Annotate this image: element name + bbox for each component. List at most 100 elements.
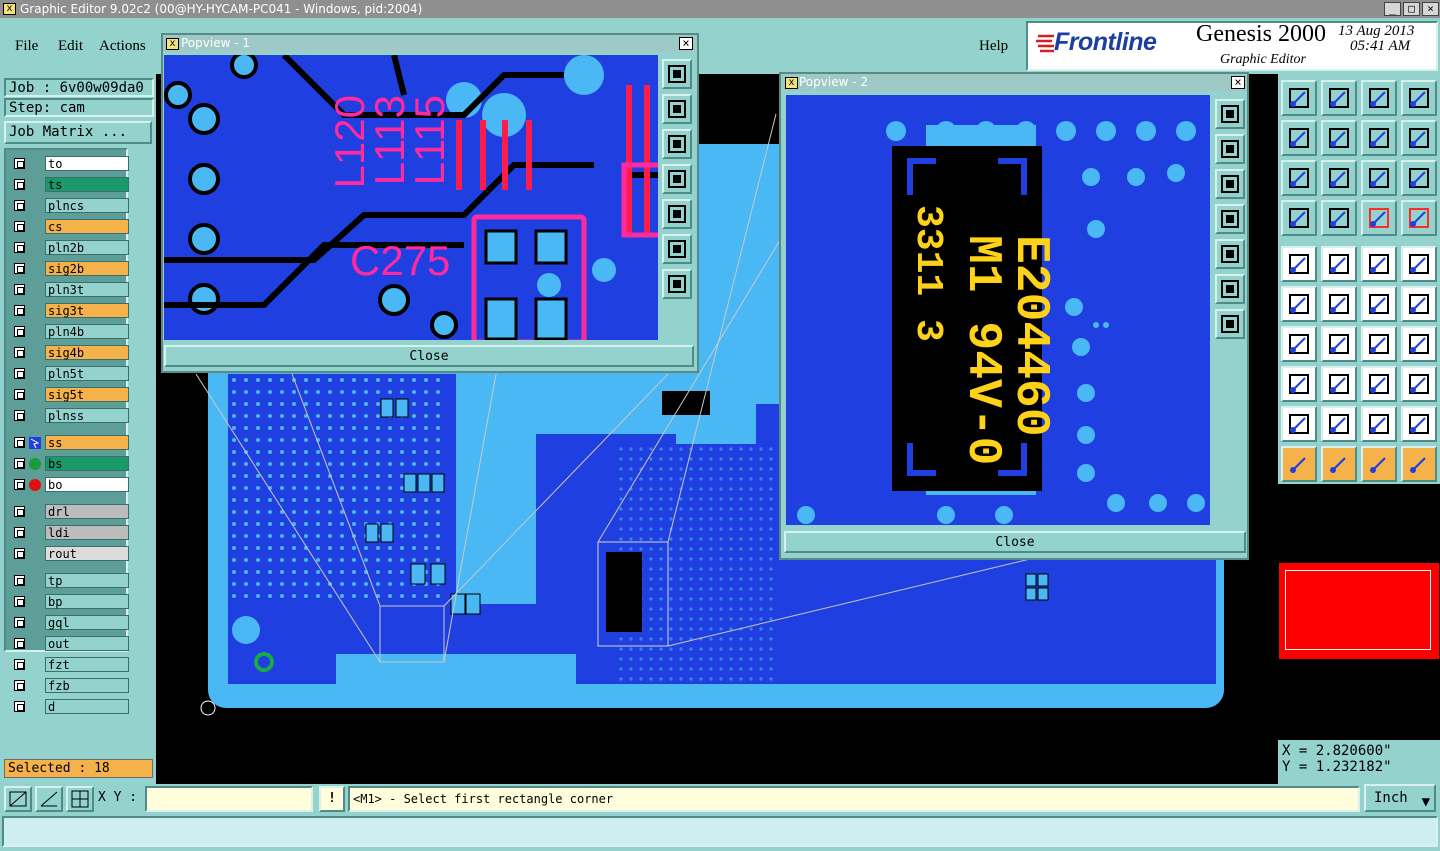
- layer-checkbox[interactable]: [14, 284, 25, 295]
- layer-status-icon[interactable]: [29, 575, 41, 587]
- menu-actions[interactable]: Actions: [99, 38, 146, 55]
- menu-help[interactable]: Help: [979, 38, 1008, 55]
- select-arrow-icon[interactable]: [1321, 446, 1357, 482]
- popview-tool-5-icon[interactable]: [1215, 239, 1245, 269]
- layer-row-pln3t[interactable]: pln3t: [11, 282, 133, 299]
- layer-checkbox[interactable]: [14, 305, 25, 316]
- popview-tool-7-icon[interactable]: [662, 269, 692, 299]
- layer-row-d[interactable]: d: [11, 699, 133, 716]
- popview-tool-5-icon[interactable]: [662, 199, 692, 229]
- layer-checkbox[interactable]: [14, 437, 25, 448]
- route-pads-icon[interactable]: [1401, 286, 1437, 322]
- layer-checkbox[interactable]: [14, 527, 25, 538]
- add-pad-icon[interactable]: [1281, 246, 1317, 282]
- grid-icon[interactable]: [1321, 200, 1357, 236]
- help-icon[interactable]: [1401, 160, 1437, 196]
- popview-tool-1-icon[interactable]: [1215, 99, 1245, 129]
- layer-row-pln2b[interactable]: pln2b: [11, 240, 133, 257]
- layer-checkbox[interactable]: [14, 158, 25, 169]
- popview-2-close-icon[interactable]: ×: [1231, 76, 1245, 89]
- layer-row-sig3t[interactable]: sig3t: [11, 303, 133, 320]
- grid-icon[interactable]: [66, 786, 94, 812]
- window-close-button[interactable]: ×: [1422, 2, 1439, 16]
- layer-status-icon[interactable]: [29, 389, 41, 401]
- popview-tool-2-icon[interactable]: [1215, 134, 1245, 164]
- drc-d-icon[interactable]: [1401, 406, 1437, 442]
- zoom-fit-icon[interactable]: [1401, 80, 1437, 116]
- layer-status-icon[interactable]: [29, 659, 41, 671]
- menu-edit[interactable]: Edit: [58, 38, 83, 55]
- layer-row-drl[interactable]: drl: [11, 504, 133, 521]
- layer-row-tp[interactable]: tp: [11, 573, 133, 590]
- layer-checkbox[interactable]: [14, 638, 25, 649]
- layer-status-icon[interactable]: [29, 368, 41, 380]
- layer-checkbox[interactable]: [14, 179, 25, 190]
- command-line[interactable]: [2, 816, 1438, 847]
- layer-row-ts[interactable]: ts: [11, 177, 133, 194]
- layer-status-icon[interactable]: [29, 527, 41, 539]
- layer-status-icon[interactable]: [29, 326, 41, 338]
- layer-row-plncs[interactable]: plncs: [11, 198, 133, 215]
- layer-status-icon[interactable]: [29, 242, 41, 254]
- pan-center-icon[interactable]: [1321, 160, 1357, 196]
- select-single-icon[interactable]: [1361, 446, 1397, 482]
- popview-tool-6-icon[interactable]: [1215, 274, 1245, 304]
- popview-tool-7-icon[interactable]: [1215, 309, 1245, 339]
- layer-status-icon[interactable]: [29, 638, 41, 650]
- maximize-button[interactable]: □: [1403, 2, 1420, 16]
- popview-tool-6-icon[interactable]: [662, 234, 692, 264]
- layer-row-fzt[interactable]: fzt: [11, 657, 133, 674]
- pointer-icon[interactable]: [1281, 446, 1317, 482]
- layer-checkbox[interactable]: [14, 242, 25, 253]
- layer-checkbox[interactable]: [14, 347, 25, 358]
- layer-checkbox[interactable]: [14, 596, 25, 607]
- measure-icon[interactable]: [1281, 200, 1317, 236]
- layer-row-out[interactable]: out: [11, 636, 133, 653]
- group-icon[interactable]: [1401, 366, 1437, 402]
- popview-1-close-button[interactable]: Close: [164, 345, 694, 367]
- layer-row-plnss[interactable]: plnss: [11, 408, 133, 425]
- add-circle-icon[interactable]: [1401, 246, 1437, 282]
- zoom-in-icon[interactable]: [1321, 80, 1357, 116]
- layer-status-icon[interactable]: [29, 263, 41, 275]
- connect-icon[interactable]: [1361, 286, 1397, 322]
- popview-tool-2-icon[interactable]: [662, 94, 692, 124]
- layer-status-icon[interactable]: [29, 437, 41, 449]
- popview-tool-3-icon[interactable]: [1215, 169, 1245, 199]
- popview-1-viewport[interactable]: L120 L113 L115 C275: [164, 55, 658, 340]
- layer-checkbox[interactable]: [14, 326, 25, 337]
- popview-tool-3-icon[interactable]: [662, 129, 692, 159]
- zoom-home-icon[interactable]: [1281, 80, 1317, 116]
- layer-status-icon[interactable]: [29, 179, 41, 191]
- layer-status-icon[interactable]: [29, 479, 41, 491]
- layer-row-cs[interactable]: cs: [11, 219, 133, 236]
- zoom-area-icon[interactable]: [1281, 160, 1317, 196]
- popview-tool-1-icon[interactable]: [662, 59, 692, 89]
- add-line-icon[interactable]: [1321, 246, 1357, 282]
- route-net-icon[interactable]: [1281, 286, 1317, 322]
- drc-a-icon[interactable]: [1281, 406, 1317, 442]
- layer-status-icon[interactable]: [29, 200, 41, 212]
- layer-status-icon[interactable]: [29, 158, 41, 170]
- units-select[interactable]: Inch ▼: [1364, 784, 1436, 812]
- layer-status-icon[interactable]: [29, 305, 41, 317]
- zoom-out-icon[interactable]: [1361, 80, 1397, 116]
- layer-checkbox[interactable]: [14, 548, 25, 559]
- layer-row-bs[interactable]: bs: [11, 456, 133, 473]
- net-area-icon[interactable]: [1361, 366, 1397, 402]
- drc-b-icon[interactable]: [1321, 406, 1357, 442]
- layer-row-to[interactable]: to: [11, 156, 133, 173]
- layer-row-rout[interactable]: rout: [11, 546, 133, 563]
- layer-checkbox[interactable]: [14, 659, 25, 670]
- measure-icon[interactable]: [35, 786, 63, 812]
- layer-row-fzb[interactable]: fzb: [11, 678, 133, 695]
- cut-icon[interactable]: [1321, 366, 1357, 402]
- pan-left-icon[interactable]: [1281, 120, 1317, 156]
- mirror-icon[interactable]: [1401, 120, 1437, 156]
- layer-status-icon[interactable]: [29, 701, 41, 713]
- snap-a-icon[interactable]: [1361, 200, 1397, 236]
- layer-row-gql[interactable]: gql: [11, 615, 133, 632]
- popview-tool-4-icon[interactable]: [1215, 204, 1245, 234]
- net-cross-icon[interactable]: [1321, 286, 1357, 322]
- layer-checkbox[interactable]: [14, 221, 25, 232]
